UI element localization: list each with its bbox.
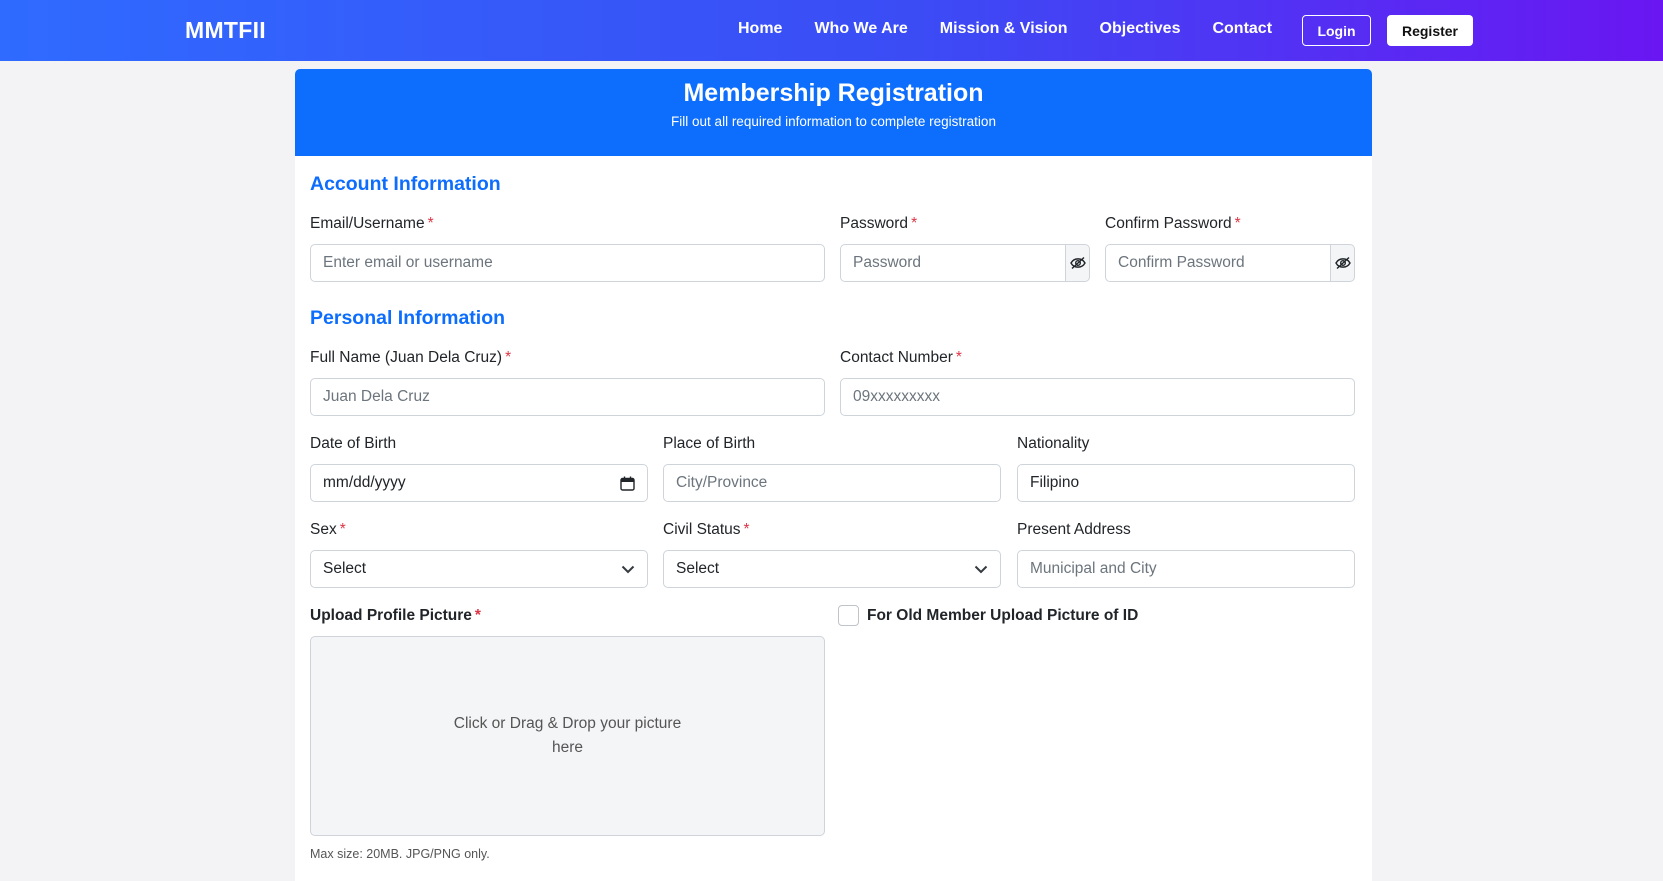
pob-label: Place of Birth — [663, 435, 756, 452]
eye-slash-icon — [1069, 256, 1086, 270]
full-name-label-text: Full Name (Juan Dela Cruz) — [310, 349, 503, 366]
eye-slash-icon — [1334, 256, 1351, 270]
required-mark: * — [474, 607, 481, 624]
old-member-label: For Old Member Upload Picture of ID — [867, 606, 1139, 624]
confirm-password-group — [1105, 244, 1355, 282]
calendar-icon — [620, 476, 635, 491]
nav-link-contact[interactable]: Contact — [1212, 20, 1272, 38]
nav-link-mission-vision[interactable]: Mission & Vision — [940, 20, 1068, 38]
required-mark: * — [911, 215, 918, 232]
profile-picture-dropzone[interactable]: Click or Drag & Drop your picture here — [310, 636, 825, 836]
nav-link-objectives[interactable]: Objectives — [1100, 20, 1181, 38]
register-nav-button[interactable]: Register — [1387, 15, 1473, 46]
nav-link-who-we-are[interactable]: Who We Are — [814, 20, 907, 38]
form-subtitle: Fill out all required information to com… — [671, 114, 996, 129]
upload-label-text: Upload Profile Picture — [310, 607, 472, 624]
confirm-password-label: Confirm Password * — [1105, 215, 1241, 233]
sex-label: Sex * — [310, 521, 346, 539]
sex-select[interactable]: Select — [310, 550, 648, 588]
chevron-down-icon — [974, 565, 988, 573]
email-label: Email/Username * — [310, 215, 434, 233]
brand-logo[interactable]: MMTFII — [185, 17, 266, 44]
email-input[interactable] — [310, 244, 825, 282]
toggle-password-button[interactable] — [1066, 244, 1090, 282]
contact-label: Contact Number * — [840, 349, 962, 367]
upload-label: Upload Profile Picture * — [310, 607, 481, 625]
full-name-label: Full Name (Juan Dela Cruz) * — [310, 349, 511, 367]
login-button[interactable]: Login — [1302, 15, 1371, 46]
required-mark: * — [743, 521, 750, 538]
sex-label-text: Sex — [310, 521, 337, 538]
contact-label-text: Contact Number — [840, 349, 953, 366]
required-mark: * — [427, 215, 434, 232]
old-member-checkbox[interactable] — [838, 605, 859, 626]
civil-status-label: Civil Status * — [663, 521, 750, 539]
chevron-down-icon — [621, 565, 635, 573]
date-of-birth-input[interactable]: mm/dd/yyyy — [310, 464, 648, 502]
civil-status-select[interactable]: Select — [663, 550, 1001, 588]
contact-number-input[interactable] — [840, 378, 1355, 416]
email-label-text: Email/Username — [310, 215, 425, 232]
nav-links: Home Who We Are Mission & Vision Objecti… — [738, 20, 1272, 38]
password-group — [840, 244, 1090, 282]
address-label: Present Address — [1017, 521, 1131, 538]
nationality-input[interactable] — [1017, 464, 1355, 502]
required-mark: * — [955, 349, 962, 366]
place-of-birth-input[interactable] — [663, 464, 1001, 502]
password-input[interactable] — [840, 244, 1066, 282]
old-member-checkbox-row[interactable]: For Old Member Upload Picture of ID — [838, 605, 1138, 626]
top-navbar: MMTFII Home Who We Are Mission & Vision … — [0, 0, 1663, 61]
nav-link-home[interactable]: Home — [738, 20, 782, 38]
civil-status-label-text: Civil Status — [663, 521, 741, 538]
required-mark: * — [505, 349, 512, 366]
toggle-confirm-password-button[interactable] — [1331, 244, 1355, 282]
sex-selected-value: Select — [323, 560, 367, 577]
password-label: Password * — [840, 215, 917, 233]
required-mark: * — [1234, 215, 1241, 232]
upload-hint: Max size: 20MB. JPG/PNG only. — [310, 847, 490, 861]
card-header: Membership Registration Fill out all req… — [295, 69, 1372, 156]
dropzone-text: Click or Drag & Drop your picture here — [453, 715, 682, 756]
dob-value: mm/dd/yyyy — [323, 474, 406, 491]
required-mark: * — [339, 521, 346, 538]
confirm-password-input[interactable] — [1105, 244, 1331, 282]
form-title: Membership Registration — [683, 79, 984, 107]
confirm-password-label-text: Confirm Password — [1105, 215, 1232, 232]
password-label-text: Password — [840, 215, 909, 232]
dob-label: Date of Birth — [310, 435, 397, 452]
registration-card: Membership Registration Fill out all req… — [295, 69, 1372, 881]
present-address-input[interactable] — [1017, 550, 1355, 588]
personal-section-title: Personal Information — [310, 307, 506, 329]
civil-status-selected-value: Select — [676, 560, 720, 577]
nationality-label: Nationality — [1017, 435, 1090, 452]
full-name-input[interactable] — [310, 378, 825, 416]
account-section-title: Account Information — [310, 173, 501, 195]
